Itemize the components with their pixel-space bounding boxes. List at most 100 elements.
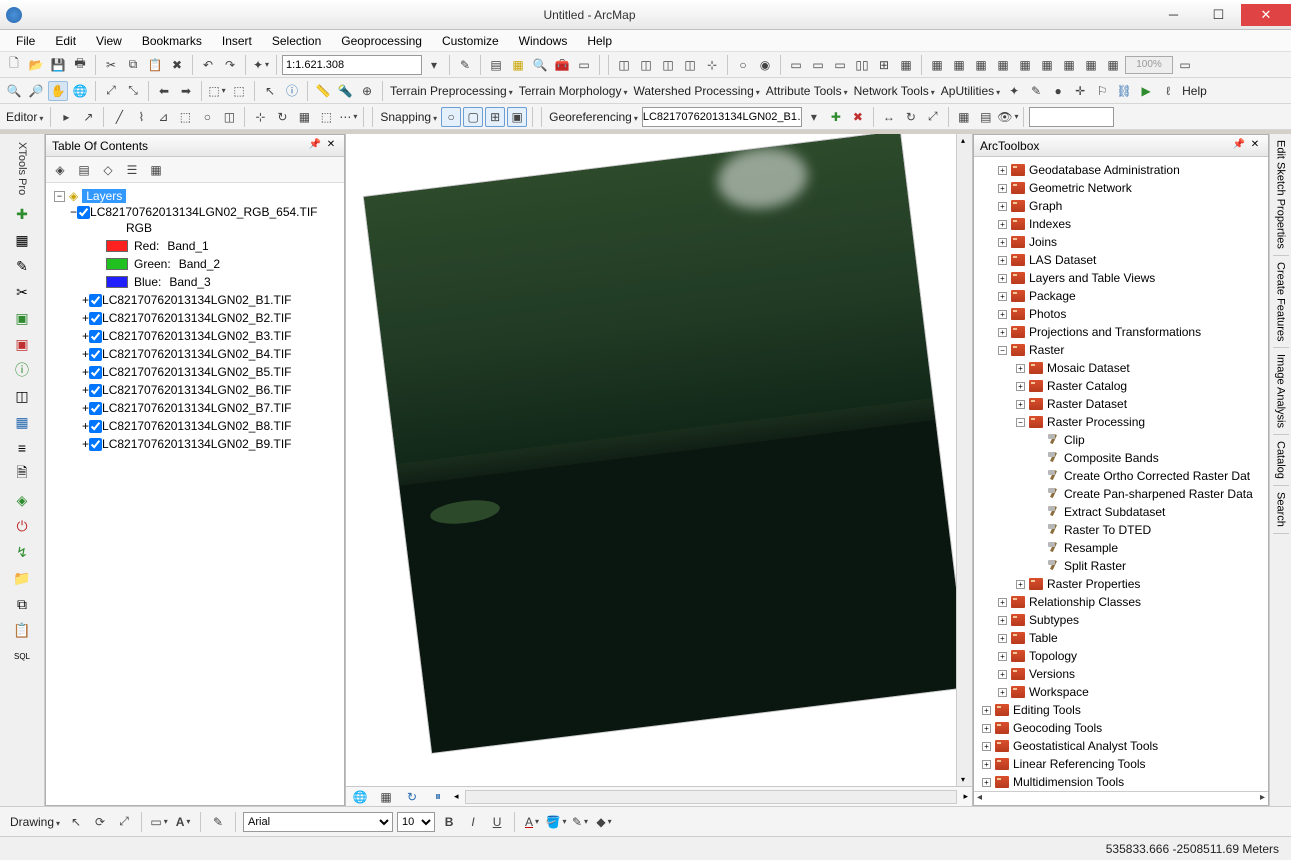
toc-icon[interactable]: ▤ xyxy=(486,55,506,75)
menu-windows[interactable]: Windows xyxy=(509,32,578,50)
layer-name[interactable]: LC82170762013134LGN02_B3.TIF xyxy=(102,329,291,343)
help-menu[interactable]: Help xyxy=(1180,84,1209,98)
toolset-item[interactable]: Raster Dataset xyxy=(1047,397,1127,411)
misc-icon-19[interactable]: ▦ xyxy=(1081,55,1101,75)
rgb-layer-name[interactable]: LC82170762013134LGN02_RGB_654.TIF xyxy=(90,205,318,219)
layer-name[interactable]: LC82170762013134LGN02_B1.TIF xyxy=(102,293,291,307)
toolbox-icon[interactable]: 🧰 xyxy=(552,55,572,75)
layer-checkbox[interactable] xyxy=(89,330,102,343)
select-features-icon[interactable]: ⬚ xyxy=(207,81,227,101)
misc-icon-13[interactable]: ▦ xyxy=(949,55,969,75)
layer-checkbox[interactable] xyxy=(89,402,102,415)
edit-shape-1-icon[interactable]: ╱ xyxy=(109,107,129,127)
toolbox-close-icon[interactable]: ✕ xyxy=(1248,139,1262,153)
misc-icon-8[interactable]: ▭ xyxy=(830,55,850,75)
delete-icon[interactable]: ✖ xyxy=(167,55,187,75)
misc-icon-2[interactable]: ◫ xyxy=(636,55,656,75)
wand-icon[interactable]: ℓ xyxy=(1158,81,1178,101)
expand-icon[interactable]: + xyxy=(998,634,1007,643)
goto-xy-icon[interactable]: ⊕ xyxy=(357,81,377,101)
layer-name[interactable]: LC82170762013134LGN02_B9.TIF xyxy=(102,437,291,451)
snapping-grid-icon[interactable]: ⊞ xyxy=(485,107,505,127)
toolset-item[interactable]: Raster Catalog xyxy=(1047,379,1127,393)
raster-properties-toolset[interactable]: Raster Properties xyxy=(1047,577,1140,591)
rail-add-icon[interactable]: ✚ xyxy=(11,203,33,225)
map-canvas[interactable] xyxy=(346,134,972,786)
expand-icon[interactable]: + xyxy=(998,616,1007,625)
terrain-preprocessing-menu[interactable]: Terrain Preprocessing xyxy=(388,84,515,98)
rail-layer-icon[interactable]: ◈ xyxy=(11,489,33,511)
misc-icon-20[interactable]: ▦ xyxy=(1103,55,1123,75)
edit-more-icon[interactable]: ⋯ xyxy=(338,107,358,127)
expand-icon[interactable]: + xyxy=(1016,400,1025,409)
tab-create-features[interactable]: Create Features xyxy=(1273,256,1289,348)
expand-icon[interactable]: + xyxy=(82,365,89,379)
model-builder-icon[interactable]: ▭ xyxy=(1175,55,1195,75)
menu-geoprocessing[interactable]: Geoprocessing xyxy=(331,32,432,50)
select-icon[interactable]: ↖ xyxy=(66,812,86,832)
toolset-item[interactable]: Package xyxy=(1029,289,1076,303)
expand-icon[interactable]: + xyxy=(82,419,89,433)
raster-processing-toolset[interactable]: Raster Processing xyxy=(1047,415,1145,429)
toolset-item[interactable]: Joins xyxy=(1029,235,1057,249)
expand-icon[interactable]: + xyxy=(998,652,1007,661)
toolset-item[interactable]: Topology xyxy=(1029,649,1077,663)
expand-icon[interactable]: + xyxy=(982,724,991,733)
layer-name[interactable]: LC82170762013134LGN02_B5.TIF xyxy=(102,365,291,379)
fixed-zoom-out-icon[interactable]: ⤡ xyxy=(123,81,143,101)
georef-rotate-icon[interactable]: ↻ xyxy=(901,107,921,127)
rail-copy-icon[interactable]: ⧉ xyxy=(11,593,33,615)
maximize-button[interactable]: ☐ xyxy=(1196,4,1241,26)
dot-icon[interactable]: ● xyxy=(1048,81,1068,101)
georef-value-input[interactable] xyxy=(1029,107,1114,127)
layer-checkbox[interactable] xyxy=(89,420,102,433)
data-view-icon[interactable]: 🌐 xyxy=(350,787,370,807)
watershed-processing-menu[interactable]: Watershed Processing xyxy=(631,84,761,98)
copy-icon[interactable]: ⧉ xyxy=(123,55,143,75)
georef-addpt-icon[interactable]: ✚ xyxy=(826,107,846,127)
expand-icon[interactable]: + xyxy=(82,311,89,325)
layer-name[interactable]: LC82170762013134LGN02_B6.TIF xyxy=(102,383,291,397)
toolset-item[interactable]: Table xyxy=(1029,631,1058,645)
expand-icon[interactable]: + xyxy=(998,220,1007,229)
layer-name[interactable]: LC82170762013134LGN02_B2.TIF xyxy=(102,311,291,325)
rail-sql-icon[interactable]: SQL xyxy=(11,645,33,667)
expand-icon[interactable]: + xyxy=(1016,382,1025,391)
misc-icon-11[interactable]: ▦ xyxy=(896,55,916,75)
georef-view-icon[interactable]: 👁 xyxy=(998,107,1018,127)
menu-help[interactable]: Help xyxy=(577,32,622,50)
prev-extent-icon[interactable]: ⬅ xyxy=(154,81,174,101)
editor-menu[interactable]: Editor xyxy=(4,110,45,124)
misc-icon-9[interactable]: ▯▯ xyxy=(852,55,872,75)
georef-link-icon[interactable]: ▦ xyxy=(954,107,974,127)
target-icon[interactable]: ✛ xyxy=(1070,81,1090,101)
toolset-item[interactable]: Photos xyxy=(1029,307,1066,321)
collapse-icon[interactable]: − xyxy=(1016,418,1025,427)
rail-box1-icon[interactable]: ▣ xyxy=(11,307,33,329)
expand-icon[interactable]: − xyxy=(54,191,65,202)
identify-icon[interactable]: ⓘ xyxy=(282,81,302,101)
tool-item[interactable]: Raster To DTED xyxy=(1064,523,1151,537)
layer-checkbox[interactable] xyxy=(89,384,102,397)
rail-info-icon[interactable]: ⓘ xyxy=(11,359,33,381)
toolset-item[interactable]: Geometric Network xyxy=(1029,181,1132,195)
select-elements-icon[interactable]: ↖ xyxy=(260,81,280,101)
aput-icon-1[interactable]: ✦ xyxy=(1004,81,1024,101)
text-tool-icon[interactable]: A xyxy=(173,812,193,832)
expand-icon[interactable]: + xyxy=(982,706,991,715)
expand-icon[interactable]: + xyxy=(82,329,89,343)
toc-list-drawing-icon[interactable]: ◈ xyxy=(50,160,70,180)
toc-list-selection-icon[interactable]: ☰ xyxy=(122,160,142,180)
expand-icon[interactable]: + xyxy=(998,166,1007,175)
tool-item[interactable]: Create Pan-sharpened Raster Data xyxy=(1064,487,1253,501)
snapping-square-icon[interactable]: ▢ xyxy=(463,107,483,127)
rail-stack-icon[interactable]: ≡ xyxy=(11,437,33,459)
zoom-out-icon[interactable]: 🔎 xyxy=(26,81,46,101)
tab-catalog[interactable]: Catalog xyxy=(1273,435,1289,486)
scale-input[interactable] xyxy=(282,55,422,75)
edit-shape-3-icon[interactable]: ⊿ xyxy=(153,107,173,127)
layer-checkbox[interactable] xyxy=(89,294,102,307)
minimize-button[interactable]: ─ xyxy=(1151,4,1196,26)
rail-grid-icon[interactable]: ▦ xyxy=(11,411,33,433)
georef-menu[interactable]: Georeferencing xyxy=(547,110,640,124)
